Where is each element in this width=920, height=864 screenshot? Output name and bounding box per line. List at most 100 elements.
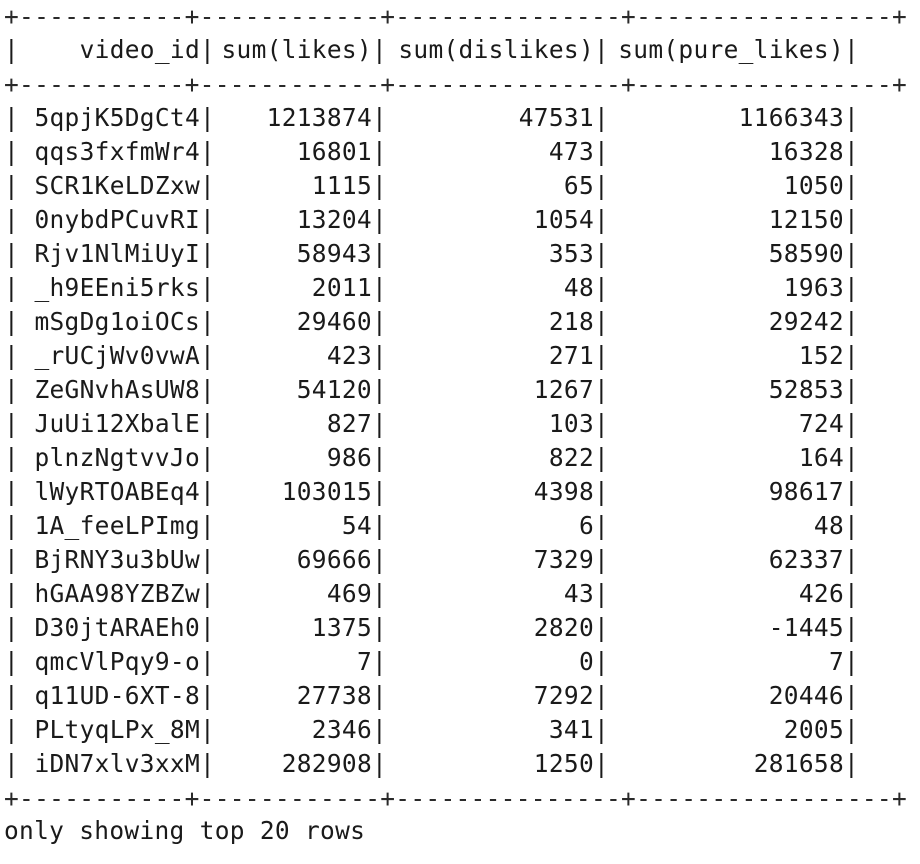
column-separator: |: [594, 647, 610, 676]
cell-sum-likes: 1213874: [266, 103, 372, 132]
column-separator: |: [372, 477, 388, 506]
column-separator: |: [594, 375, 610, 404]
column-separator: |: [844, 579, 860, 608]
column-separator: |: [844, 35, 860, 64]
column-separator: |: [200, 749, 216, 778]
cell-video-id: plnzNgtvvJo: [34, 443, 200, 472]
cell-sum-pure-likes: 1050: [783, 171, 844, 200]
column-separator: |: [372, 511, 388, 540]
cell-sum-dislikes: 1250: [533, 749, 594, 778]
column-separator: |: [200, 613, 216, 642]
column-separator: |: [594, 103, 610, 132]
cell-sum-pure-likes: 1166343: [738, 103, 844, 132]
table-row: | q11UD-6XT-8 | 27738 | 7292 | 20446 |: [4, 679, 860, 713]
column-separator: |: [4, 545, 20, 574]
column-separator: |: [594, 239, 610, 268]
column-separator: |: [200, 171, 216, 200]
column-separator: |: [372, 409, 388, 438]
column-separator: |: [844, 341, 860, 370]
cell-sum-likes: 27738: [296, 681, 372, 710]
column-separator: |: [844, 613, 860, 642]
column-separator: |: [594, 307, 610, 336]
cell-sum-dislikes: 2820: [533, 613, 594, 642]
table-row: | ZeGNvhAsUW8 | 54120 | 1267 | 52853 |: [4, 373, 859, 407]
cell-sum-dislikes: 47531: [518, 103, 594, 132]
column-separator: |: [594, 749, 610, 778]
cell-sum-pure-likes: 724: [798, 409, 844, 438]
cell-video-id: 0nybdPCuvRI: [34, 205, 200, 234]
column-separator: |: [844, 681, 860, 710]
cell-video-id: _rUCjWv0vwA: [34, 341, 200, 370]
column-separator: |: [372, 307, 388, 336]
column-separator: |: [200, 681, 216, 710]
column-separator: |: [844, 273, 860, 302]
cell-sum-likes: 103015: [281, 477, 372, 506]
cell-sum-dislikes: 1267: [533, 375, 594, 404]
column-separator: |: [4, 341, 20, 370]
column-separator: |: [200, 307, 216, 336]
table-row: | JuUi12XbalE | 827 | 103 | 724 |: [4, 407, 859, 441]
column-separator: |: [4, 35, 20, 64]
cell-sum-dislikes: 43: [563, 579, 594, 608]
table-top-border: +-----------+------------+--------------…: [4, 2, 908, 31]
column-separator: |: [844, 545, 860, 574]
cell-video-id: Rjv1NlMiUyI: [34, 239, 200, 268]
table-row: | qmcVlPqy9-o | 7 | 0 | 7 |: [4, 645, 859, 679]
column-separator: |: [594, 715, 610, 744]
column-separator: |: [4, 477, 20, 506]
cell-video-id: SCR1KeLDZxw: [34, 171, 200, 200]
cell-sum-likes: 69666: [296, 545, 372, 574]
cell-video-id: hGAA98YZBZw: [34, 579, 200, 608]
column-separator: |: [844, 477, 860, 506]
column-separator: |: [4, 137, 20, 166]
column-separator: |: [372, 579, 388, 608]
column-separator: |: [4, 409, 20, 438]
column-separator: |: [200, 443, 216, 472]
column-separator: |: [4, 613, 20, 642]
column-separator: |: [594, 613, 610, 642]
column-separator: |: [200, 137, 216, 166]
cell-sum-likes: 54120: [296, 375, 372, 404]
table-row: | 1A_feeLPImg | 54 | 6 | 48 |: [4, 509, 859, 543]
column-separator: |: [4, 681, 20, 710]
footer-note: only showing top 20 rows: [4, 816, 366, 845]
cell-sum-pure-likes: 2005: [783, 715, 844, 744]
column-separator: |: [594, 545, 610, 574]
cell-sum-pure-likes: 52853: [768, 375, 844, 404]
column-separator: |: [594, 205, 610, 234]
column-separator: |: [4, 749, 20, 778]
cell-sum-pure-likes: 20446: [768, 681, 844, 710]
column-separator: |: [372, 715, 388, 744]
column-separator: |: [200, 205, 216, 234]
cell-sum-likes: 13204: [296, 205, 372, 234]
cell-sum-dislikes: 0: [578, 647, 594, 676]
cell-video-id: PLtyqLPx_8M: [34, 715, 200, 744]
cell-sum-dislikes: 341: [548, 715, 594, 744]
cell-video-id: BjRNY3u3bUw: [34, 545, 200, 574]
cell-sum-pure-likes: 426: [798, 579, 844, 608]
cell-sum-likes: 423: [326, 341, 372, 370]
cell-video-id: q11UD-6XT-8: [34, 681, 200, 710]
table-row: | 0nybdPCuvRI | 13204 | 1054 | 12150 |: [4, 203, 859, 237]
column-separator: |: [200, 715, 216, 744]
cell-sum-likes: 7: [356, 647, 372, 676]
cell-video-id: 1A_feeLPImg: [34, 511, 200, 540]
column-separator: |: [200, 579, 216, 608]
cell-video-id: D30jtARAEh0: [34, 613, 200, 642]
column-separator: |: [372, 35, 388, 64]
cell-sum-pure-likes: 62337: [768, 545, 844, 574]
cell-video-id: 5qpjK5DgCt4: [34, 103, 200, 132]
column-separator: |: [372, 341, 388, 370]
column-separator: |: [200, 35, 216, 64]
column-separator: |: [4, 171, 20, 200]
column-separator: |: [4, 715, 20, 744]
column-separator: |: [844, 749, 860, 778]
column-separator: |: [844, 443, 860, 472]
column-separator: |: [4, 647, 20, 676]
header-video-id: video_id: [79, 35, 200, 64]
cell-sum-dislikes: 271: [548, 341, 594, 370]
column-separator: |: [844, 715, 860, 744]
cell-video-id: _h9EEni5rks: [34, 273, 200, 302]
cell-sum-likes: 986: [326, 443, 372, 472]
column-separator: |: [372, 205, 388, 234]
